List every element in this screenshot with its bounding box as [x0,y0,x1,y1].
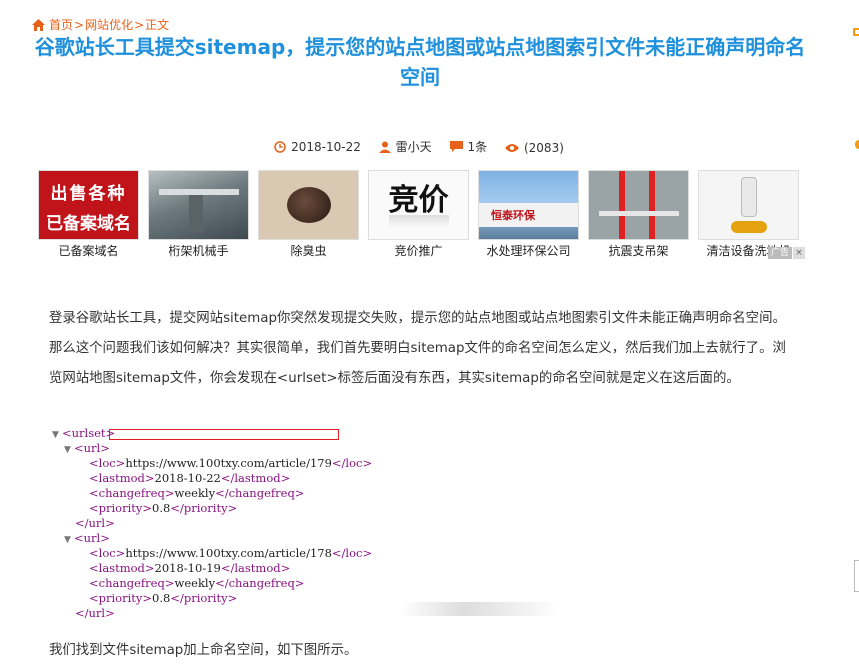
user-icon [378,141,391,153]
scroll-to-top-button[interactable] [854,560,859,592]
ad-caption[interactable]: 水处理环保公司 [478,242,579,259]
ad-thumb-text: 竞价 [388,183,449,218]
ad-item[interactable]: 除臭虫 [258,170,359,259]
code-line: <priority>0.8</priority> [89,591,238,605]
article-title: 谷歌站长工具提交sitemap，提示您的站点地图或站点地图索引文件未能正确声明命… [34,35,806,89]
breadcrumb: 首页 > 网站优化 > 正文 [32,16,169,33]
ad-strip: 出售各种 已备案域名 已备案域名 桁架机械手 除臭虫 竞价 竞价推广 恒泰环保 … [38,170,799,259]
ad-thumbnail[interactable] [698,170,799,240]
code-line: <changefreq>weekly</changefreq> [89,486,305,500]
clock-icon [274,140,286,153]
code-line: <priority>0.8</priority> [89,501,238,515]
code-line: <loc>https://www.100txy.com/article/178<… [89,546,373,560]
code-line: ▼ <url> [52,531,422,546]
code-tag: <url> [74,441,110,455]
code-tag: </url> [75,516,115,530]
sidebar-edge-icon [855,140,859,149]
code-line: <loc>https://www.100txy.com/article/179<… [89,456,373,470]
breadcrumb-separator: > [134,17,145,32]
ad-thumbnail[interactable] [148,170,249,240]
highlight-box [109,429,339,440]
meta-author: 雷小天 [378,138,432,155]
article-paragraph: 登录谷歌站长工具，提交网站sitemap你突然发现提交失败，提示您的站点地图或站… [49,311,786,386]
article-paragraph: 我们找到文件sitemap加上命名空间，如下图所示。 [49,643,358,658]
eye-icon [504,143,519,152]
watermark-blur [400,602,560,616]
ad-item[interactable]: 竞价 竞价推广 [368,170,469,259]
code-value: 2018-10-22 [154,471,221,485]
article-author[interactable]: 雷小天 [396,138,432,155]
sidebar-edge-icon [853,28,859,36]
code-value: 0.8 [152,501,171,515]
code-line: <lastmod>2018-10-22</lastmod> [89,471,291,485]
code-value: 2018-10-19 [154,561,221,575]
code-value: weekly [174,486,216,500]
ad-caption[interactable]: 竞价推广 [368,242,469,259]
article-date: 2018-10-22 [291,139,361,154]
ad-thumb-text: 出售各种 [50,184,127,204]
breadcrumb-home-link[interactable]: 首页 [49,16,73,33]
code-tag: </url> [75,606,115,620]
breadcrumb-separator: > [74,17,85,32]
ad-thumb-text: 已备案域名 [46,214,131,234]
ad-caption[interactable]: 桁架机械手 [148,242,249,259]
comment-icon [449,140,463,152]
code-line: ▼ <url> [52,441,422,456]
ad-thumbnail[interactable] [588,170,689,240]
ad-caption[interactable]: 已备案域名 [38,242,139,259]
meta-comments: 1条 [449,138,488,155]
ad-item[interactable]: 桁架机械手 [148,170,249,259]
breadcrumb-current: 正文 [145,18,170,32]
article-meta: 2018-10-22 雷小天 1条 (2083) [0,138,838,156]
ad-thumbnail[interactable]: 恒泰环保 [478,170,579,240]
ad-close-control[interactable]: 广告 × [768,247,806,259]
code-tag: <urlset> [62,426,116,440]
ad-label: 广告 [768,247,793,259]
breadcrumb-category-link[interactable]: 网站优化 [85,16,133,33]
ad-thumbnail[interactable]: 出售各种 已备案域名 [38,170,139,240]
code-line: <changefreq>weekly</changefreq> [89,576,305,590]
code-line: </url> [52,516,422,531]
ad-thumb-text: 恒泰环保 [491,209,535,222]
code-tag: <url> [74,531,110,545]
close-icon[interactable]: × [793,247,806,259]
meta-date: 2018-10-22 [274,140,361,154]
ad-item[interactable]: 清洁设备洗地机 [698,170,799,259]
ad-item[interactable]: 出售各种 已备案域名 已备案域名 [38,170,139,259]
sitemap-code-screenshot: ▼ <urlset> ▼ <url> <loc>https://www.100txy… [52,426,422,621]
ad-caption[interactable]: 抗震支吊架 [588,242,689,259]
ad-thumbnail[interactable]: 竞价 [368,170,469,240]
code-line: ▼ <urlset> [52,426,422,441]
code-value: https://www.100txy.com/article/178 [125,546,332,560]
code-line: <lastmod>2018-10-19</lastmod> [89,561,291,575]
ad-thumbnail[interactable] [258,170,359,240]
ad-item[interactable]: 恒泰环保 水处理环保公司 [478,170,579,259]
code-line: </url> [52,606,422,621]
article-views: (2083) [523,140,564,155]
code-value: 0.8 [152,591,171,605]
ad-item[interactable]: 抗震支吊架 [588,170,689,259]
article-comments[interactable]: 1条 [468,138,488,155]
home-icon [32,18,45,31]
code-value: https://www.100txy.com/article/179 [125,456,332,470]
code-value: weekly [174,576,216,590]
ad-caption[interactable]: 除臭虫 [258,242,359,259]
meta-views: (2083) [504,140,564,155]
